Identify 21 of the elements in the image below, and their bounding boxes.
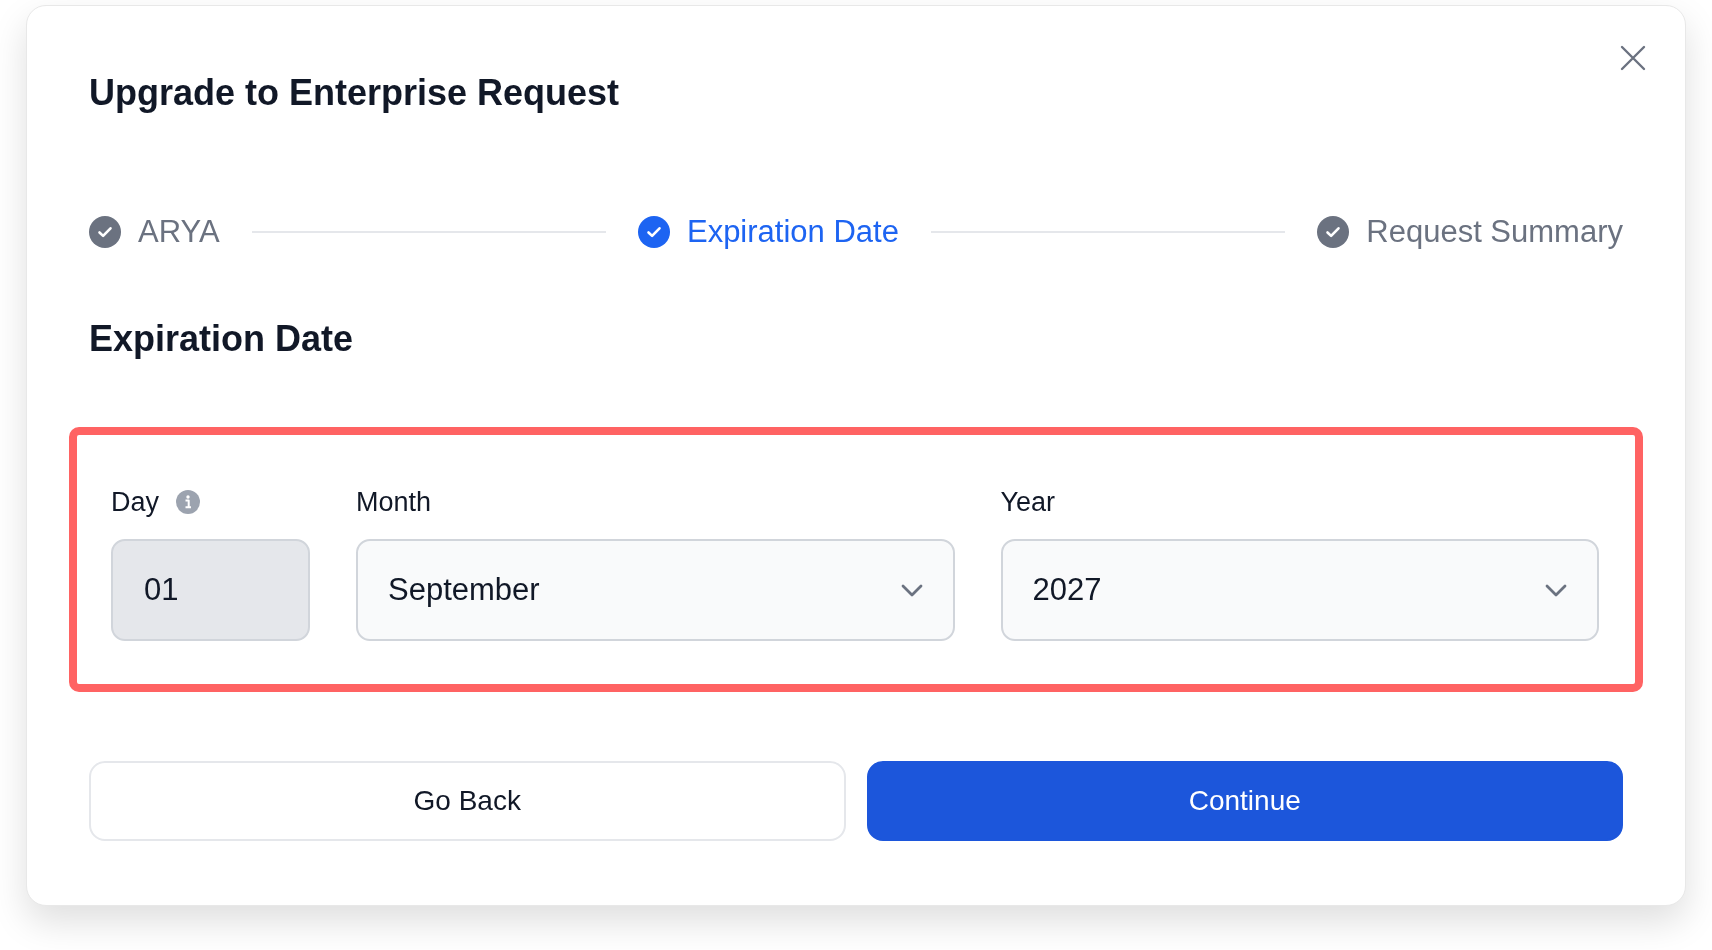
check-circle-icon bbox=[89, 216, 121, 248]
step-label: ARYA bbox=[138, 214, 220, 250]
back-button[interactable]: Go Back bbox=[89, 761, 846, 841]
select-dropdown[interactable]: September bbox=[356, 539, 955, 641]
select-value: 2027 bbox=[1032, 570, 1102, 609]
select-dropdown[interactable]: 2027 bbox=[1000, 539, 1599, 641]
step-label: Request Summary bbox=[1366, 214, 1623, 250]
close-icon bbox=[1620, 45, 1646, 71]
close-button[interactable] bbox=[1619, 44, 1647, 72]
step-label: Expiration Date bbox=[686, 214, 899, 250]
field-label: Day bbox=[111, 486, 159, 518]
dialog-title: Upgrade to Enterprise Request bbox=[89, 73, 620, 113]
section-heading: Expiration Date bbox=[89, 319, 354, 359]
chevron-down-icon bbox=[900, 583, 923, 597]
chevron-down-icon bbox=[1545, 583, 1567, 597]
select-value: September bbox=[388, 570, 540, 609]
check-circle-icon bbox=[1317, 216, 1350, 248]
field-label: Month bbox=[356, 486, 432, 518]
continue-button[interactable]: Continue bbox=[866, 761, 1623, 841]
check-circle-icon bbox=[637, 216, 670, 248]
field-label: Year bbox=[1000, 486, 1056, 518]
